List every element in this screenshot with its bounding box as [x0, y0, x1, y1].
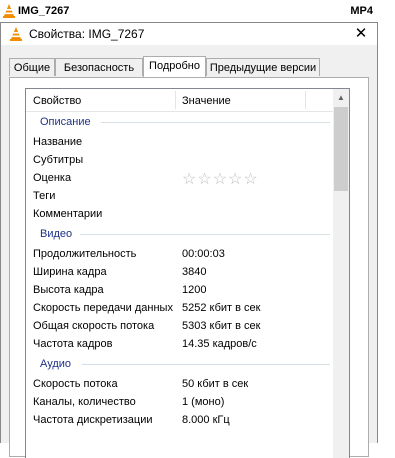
list-item[interactable]: Частота дискретизации 8.000 кГц: [26, 411, 334, 429]
group-divider: [101, 122, 330, 123]
property-value: 8.000 кГц: [182, 414, 230, 426]
property-name: Скорость передачи данных: [33, 302, 173, 314]
list-item[interactable]: Субтитры: [26, 151, 334, 169]
property-name: Теги: [33, 190, 56, 202]
group-divider: [82, 364, 330, 365]
list-item[interactable]: Скорость потока 50 кбит в сек: [26, 375, 334, 393]
file-name: IMG_7267: [18, 5, 70, 17]
property-name: Субтитры: [33, 154, 84, 166]
tab-details[interactable]: Подробно: [143, 56, 206, 77]
list-item[interactable]: Каналы, количество 1 (моно): [26, 393, 334, 411]
property-value: 00:00:03: [182, 248, 225, 260]
property-name: Оценка: [33, 172, 72, 184]
tab-general[interactable]: Общие: [9, 58, 55, 76]
properties-list[interactable]: Свойство Значение Описание Название Субт…: [25, 88, 350, 458]
property-value: 1200: [182, 284, 207, 296]
tab-security[interactable]: Безопасность: [55, 58, 143, 76]
property-value: 14.35 кадров/с: [182, 338, 257, 350]
property-value: 1 (моно): [182, 396, 225, 408]
scroll-up-arrow-icon[interactable]: ▲: [333, 89, 349, 106]
group-header-audio: Аудио: [26, 353, 334, 375]
list-item[interactable]: Высота кадра 1200: [26, 281, 334, 299]
scroll-thumb[interactable]: [334, 107, 348, 191]
list-body: Описание Название Субтитры Оценка ☆☆☆☆☆ Т…: [26, 111, 334, 429]
property-name: Частота дискретизации: [33, 414, 153, 426]
vertical-scrollbar[interactable]: ▲: [333, 89, 349, 458]
list-item[interactable]: Частота кадров 14.35 кадров/с: [26, 335, 334, 353]
vlc-cone-icon: [9, 27, 23, 44]
details-panel: Свойство Значение Описание Название Субт…: [9, 77, 369, 458]
property-name: Общая скорость потока: [33, 320, 155, 332]
property-value: 3840: [182, 266, 207, 278]
column-divider[interactable]: [305, 91, 306, 109]
property-name: Скорость потока: [33, 378, 118, 390]
list-item[interactable]: Название: [26, 133, 334, 151]
list-item[interactable]: Ширина кадра 3840: [26, 263, 334, 281]
file-row[interactable]: IMG_7267 MP4: [0, 0, 395, 22]
property-name: Частота кадров: [33, 338, 113, 350]
list-item[interactable]: Общая скорость потока 5303 кбит в сек: [26, 317, 334, 335]
list-item[interactable]: Оценка ☆☆☆☆☆: [26, 169, 334, 189]
property-name: Название: [33, 136, 83, 148]
list-item[interactable]: Теги: [26, 187, 334, 205]
property-value: 5303 кбит в сек: [182, 320, 261, 332]
group-label: Описание: [40, 116, 91, 128]
group-label: Видео: [40, 228, 73, 240]
list-item[interactable]: Скорость передачи данных 5252 кбит в сек: [26, 299, 334, 317]
property-name: Продолжительность: [33, 248, 137, 260]
column-divider[interactable]: [175, 91, 176, 109]
tab-previous-versions[interactable]: Предыдущие версии: [206, 58, 320, 76]
rating-stars[interactable]: ☆☆☆☆☆: [182, 169, 259, 189]
property-name: Высота кадра: [33, 284, 104, 296]
group-header-description: Описание: [26, 111, 334, 133]
list-item[interactable]: Комментарии: [26, 205, 334, 223]
group-label: Аудио: [40, 358, 72, 370]
list-item[interactable]: Продолжительность 00:00:03: [26, 245, 334, 263]
group-divider: [80, 234, 330, 235]
column-header-value[interactable]: Значение: [182, 95, 231, 107]
list-header: Свойство Значение: [26, 89, 334, 112]
property-name: Каналы, количество: [33, 396, 136, 408]
group-header-video: Видео: [26, 223, 334, 245]
vlc-cone-icon: [2, 4, 16, 21]
title-bar[interactable]: Свойства: IMG_7267 ✕: [1, 23, 377, 45]
close-icon[interactable]: ✕: [351, 24, 371, 44]
property-name: Ширина кадра: [33, 266, 107, 278]
dialog-title: Свойства: IMG_7267: [29, 27, 145, 41]
property-value: 50 кбит в сек: [182, 378, 249, 390]
column-header-property[interactable]: Свойство: [33, 95, 81, 107]
property-name: Комментарии: [33, 208, 103, 220]
properties-dialog: Свойства: IMG_7267 ✕ Общие Безопасность …: [0, 22, 378, 458]
property-value: 5252 кбит в сек: [182, 302, 261, 314]
file-type: MP4: [350, 5, 373, 17]
